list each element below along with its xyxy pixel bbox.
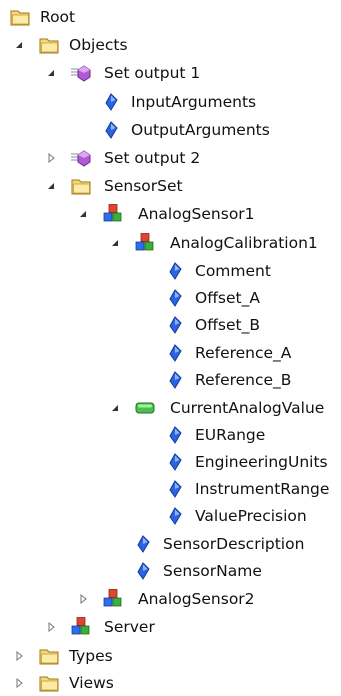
folder-icon — [70, 175, 92, 197]
tree-node-sensor-set[interactable]: SensorSet — [0, 173, 341, 199]
tree-node-label: InstrumentRange — [195, 480, 330, 498]
object-icon — [134, 232, 156, 254]
tree-node-label: AnalogSensor2 — [138, 590, 255, 608]
expand-arrow-icon[interactable] — [78, 594, 88, 604]
object-icon — [102, 588, 124, 610]
variable-icon — [134, 397, 156, 419]
tree-node-server[interactable]: Server — [0, 614, 341, 640]
folder-icon — [38, 672, 60, 694]
expand-arrow-icon[interactable] — [14, 678, 24, 688]
method-icon — [70, 147, 92, 169]
tree-node-analog-sensor-1[interactable]: AnalogSensor1 — [0, 201, 341, 227]
tree-node-label: Reference_A — [195, 344, 292, 362]
tree-node-input-arguments[interactable]: InputArguments — [0, 89, 341, 115]
tree-node-offset-b[interactable]: Offset_B — [0, 312, 341, 338]
tree-node-label: Objects — [69, 36, 128, 54]
tree-node-comment[interactable]: Comment — [0, 258, 341, 284]
property-icon — [164, 260, 186, 282]
tree-node-label: OutputArguments — [131, 121, 270, 139]
tree-node-label: EngineeringUnits — [195, 453, 328, 471]
tree-node-label: Server — [104, 618, 155, 636]
tree-node-label: AnalogCalibration1 — [170, 234, 318, 252]
tree-node-label: AnalogSensor1 — [138, 205, 255, 223]
folder-icon — [9, 6, 31, 28]
tree-view[interactable]: Root Objects Set output 1 InputArguments… — [0, 0, 341, 695]
expand-arrow-icon[interactable] — [14, 40, 24, 50]
expand-arrow-icon[interactable] — [46, 181, 56, 191]
tree-node-label: Offset_B — [195, 316, 260, 334]
property-icon — [132, 560, 154, 582]
property-icon — [164, 505, 186, 527]
tree-node-output-arguments[interactable]: OutputArguments — [0, 117, 341, 143]
tree-node-label: Set output 1 — [104, 64, 201, 82]
tree-node-label: Comment — [195, 262, 271, 280]
tree-node-label: CurrentAnalogValue — [170, 399, 325, 417]
tree-node-value-precision[interactable]: ValuePrecision — [0, 503, 341, 529]
expand-arrow-icon[interactable] — [110, 238, 120, 248]
tree-node-objects[interactable]: Objects — [0, 32, 341, 58]
tree-node-label: Views — [69, 674, 114, 692]
object-icon — [70, 616, 92, 638]
tree-node-eu-range[interactable]: EURange — [0, 422, 341, 448]
tree-node-root[interactable]: Root — [0, 4, 341, 30]
property-icon — [164, 424, 186, 446]
property-icon — [164, 451, 186, 473]
property-icon — [164, 287, 186, 309]
tree-node-offset-a[interactable]: Offset_A — [0, 285, 341, 311]
tree-node-analog-sensor-2[interactable]: AnalogSensor2 — [0, 586, 341, 612]
tree-node-current-analog-value[interactable]: CurrentAnalogValue — [0, 395, 341, 421]
property-icon — [164, 314, 186, 336]
property-icon — [100, 91, 122, 113]
folder-icon — [38, 34, 60, 56]
tree-node-sensor-description[interactable]: SensorDescription — [0, 531, 341, 557]
expand-arrow-icon[interactable] — [110, 403, 120, 413]
tree-node-label: InputArguments — [131, 93, 257, 111]
folder-icon — [38, 645, 60, 667]
tree-node-label: Root — [40, 8, 76, 26]
tree-node-label: Set output 2 — [104, 149, 201, 167]
tree-node-engineering-units[interactable]: EngineeringUnits — [0, 449, 341, 475]
tree-node-sensor-name[interactable]: SensorName — [0, 558, 341, 584]
tree-node-reference-b[interactable]: Reference_B — [0, 367, 341, 393]
expand-arrow-icon[interactable] — [46, 622, 56, 632]
tree-node-label: Reference_B — [195, 371, 292, 389]
tree-node-analog-calibration-1[interactable]: AnalogCalibration1 — [0, 230, 341, 256]
tree-node-label: SensorDescription — [163, 535, 305, 553]
property-icon — [164, 369, 186, 391]
tree-node-label: SensorName — [163, 562, 262, 580]
property-icon — [164, 342, 186, 364]
method-icon — [70, 62, 92, 84]
tree-node-set-output-2[interactable]: Set output 2 — [0, 145, 341, 171]
expand-arrow-icon[interactable] — [46, 68, 56, 78]
tree-node-label: ValuePrecision — [195, 507, 307, 525]
tree-node-label: SensorSet — [104, 177, 183, 195]
tree-node-views[interactable]: Views — [0, 670, 341, 696]
tree-node-instrument-range[interactable]: InstrumentRange — [0, 476, 341, 502]
property-icon — [100, 119, 122, 141]
expand-arrow-icon[interactable] — [46, 153, 56, 163]
tree-node-types[interactable]: Types — [0, 643, 341, 669]
expand-arrow-icon[interactable] — [14, 651, 24, 661]
tree-node-label: EURange — [195, 426, 266, 444]
expand-arrow-icon[interactable] — [78, 209, 88, 219]
property-icon — [164, 478, 186, 500]
object-icon — [102, 203, 124, 225]
tree-node-reference-a[interactable]: Reference_A — [0, 340, 341, 366]
property-icon — [132, 533, 154, 555]
tree-node-set-output-1[interactable]: Set output 1 — [0, 60, 341, 86]
tree-node-label: Offset_A — [195, 289, 260, 307]
tree-node-label: Types — [69, 647, 113, 665]
